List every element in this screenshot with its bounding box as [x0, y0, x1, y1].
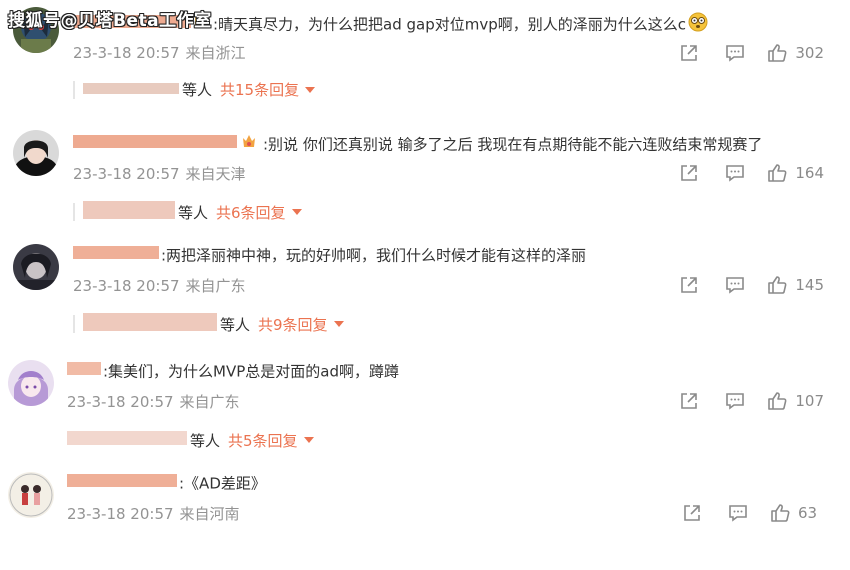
chevron-down-icon[interactable] — [291, 209, 302, 215]
share-icon[interactable] — [678, 274, 700, 296]
chevron-down-icon[interactable] — [303, 437, 314, 443]
comment-icon[interactable] — [724, 162, 746, 184]
like-count: 145 — [795, 276, 824, 294]
reply-users-suffix: 等人 — [178, 203, 209, 222]
comment-item: :两把泽丽神中神，玩的好帅啊，我们什么时候才能有这样的泽丽 23-3-18 20… — [0, 232, 850, 342]
comment-text: :集美们，为什么MVP总是对面的ad啊，蹲蹲 — [103, 362, 400, 381]
avatar[interactable] — [8, 360, 54, 406]
reply-usernames-redacted[interactable] — [83, 311, 217, 337]
like-count: 164 — [795, 164, 824, 182]
reply-users-suffix: 等人 — [190, 431, 221, 450]
view-replies-link[interactable]: 共5条回复 — [228, 430, 298, 451]
comment-text: :晴天真尽力，为什么把把ad gap对位mvp啊，别人的泽丽为什么这么c — [213, 15, 687, 34]
comment-date: 23-3-18 20:57 — [73, 277, 180, 295]
share-icon[interactable] — [678, 390, 700, 412]
username-redacted[interactable] — [73, 243, 161, 265]
comment-date: 23-3-18 20:57 — [73, 165, 180, 183]
watermark: 搜狐号@贝塔Beta工作室 — [8, 11, 212, 31]
comment-location: 来自广东 — [185, 277, 246, 295]
reply-users-suffix: 等人 — [182, 81, 213, 99]
username-redacted[interactable] — [67, 471, 179, 493]
comment-item: :别说 你们还真别说 输多了之后 我现在有点期待能不能六连败结束常规赛了 23-… — [0, 120, 850, 230]
comment-location: 来自广东 — [179, 393, 240, 411]
comment-text: :别说 你们还真别说 输多了之后 我现在有点期待能不能六连败结束常规赛了 — [263, 135, 763, 154]
share-icon[interactable] — [678, 42, 700, 64]
reply-divider — [73, 315, 75, 333]
like-count: 63 — [798, 504, 818, 522]
username-redacted[interactable] — [67, 359, 103, 381]
like-count: 107 — [795, 392, 824, 410]
share-icon[interactable] — [681, 502, 703, 524]
chevron-down-icon[interactable] — [333, 321, 344, 327]
comment-icon[interactable] — [724, 42, 746, 64]
avatar[interactable] — [13, 244, 59, 290]
comment-date: 23-3-18 20:57 — [67, 393, 174, 411]
view-replies-link[interactable]: 共6条回复 — [216, 202, 286, 223]
thumbs-up-icon[interactable] — [766, 162, 788, 184]
comment-date: 23-3-18 20:57 — [73, 44, 180, 62]
thumbs-up-icon[interactable] — [766, 390, 788, 412]
thumbs-up-icon[interactable] — [766, 42, 788, 64]
comment-location: 来自天津 — [185, 165, 246, 183]
comment-date: 23-3-18 20:57 — [67, 505, 174, 523]
reply-usernames-redacted[interactable] — [83, 80, 179, 100]
comment-item: :《AD差距》 23-3-18 20:57 来自河南 63 — [0, 460, 850, 570]
avatar[interactable] — [13, 130, 59, 176]
comment-text: :《AD差距》 — [179, 474, 266, 493]
comment-location: 来自浙江 — [185, 44, 246, 62]
flushed-face-icon — [688, 12, 708, 36]
comment-icon[interactable] — [727, 502, 749, 524]
reply-usernames-redacted[interactable] — [83, 199, 175, 225]
thumbs-up-icon[interactable] — [766, 274, 788, 296]
reply-usernames-redacted[interactable] — [67, 427, 187, 453]
comment-text: :两把泽丽神中神，玩的好帅啊，我们什么时候才能有这样的泽丽 — [161, 246, 587, 265]
comment-item: :集美们，为什么MVP总是对面的ad啊，蹲蹲 23-3-18 20:57 来自广东… — [0, 348, 850, 458]
reply-divider — [73, 203, 75, 221]
reply-users-suffix: 等人 — [220, 315, 251, 334]
avatar[interactable] — [8, 472, 54, 518]
like-count: 302 — [795, 44, 824, 62]
username-redacted[interactable] — [73, 132, 263, 154]
reply-divider — [73, 80, 75, 99]
comment-location: 来自河南 — [179, 505, 240, 523]
view-replies-link[interactable]: 共15条回复 — [220, 79, 299, 100]
thumbs-up-icon[interactable] — [769, 502, 791, 524]
comment-icon[interactable] — [724, 390, 746, 412]
share-icon[interactable] — [678, 162, 700, 184]
view-replies-link[interactable]: 共9条回复 — [258, 314, 328, 335]
comment-icon[interactable] — [724, 274, 746, 296]
chevron-down-icon[interactable] — [305, 86, 316, 93]
